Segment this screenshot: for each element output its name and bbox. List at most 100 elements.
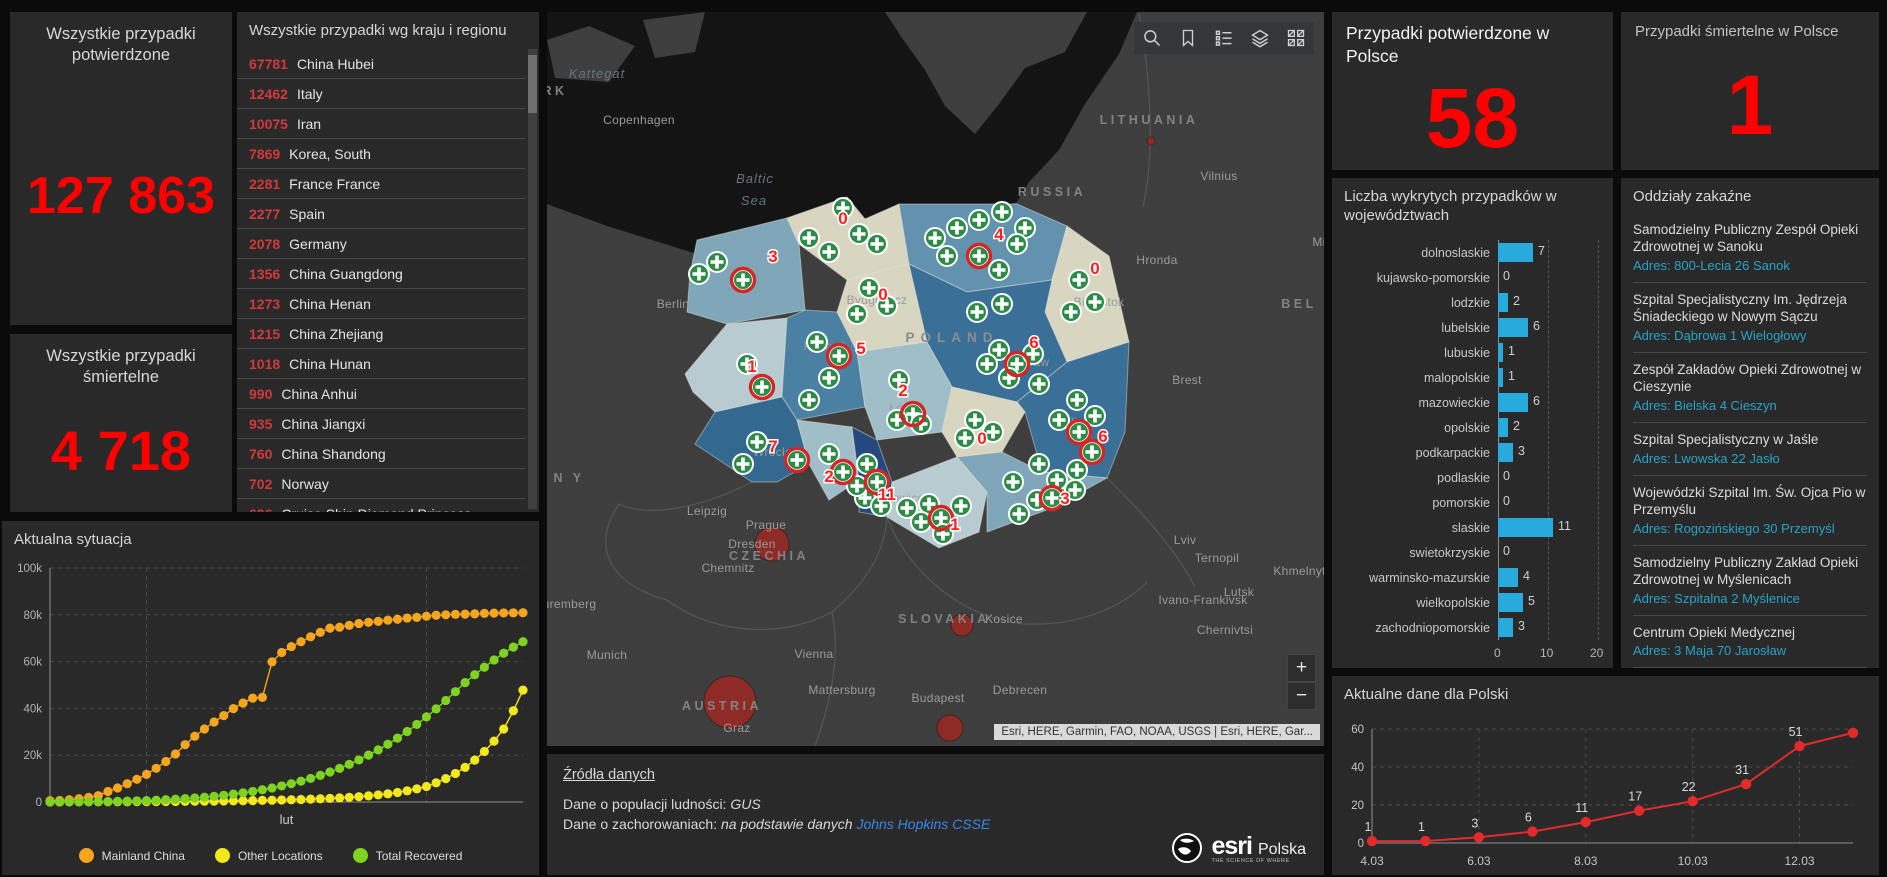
basemap-icon[interactable] [1278, 22, 1314, 54]
hospital-marker-icon[interactable] [1049, 410, 1069, 430]
list-item[interactable]: 67781China Hubei [237, 49, 525, 79]
list-item[interactable]: 1215China Zhejiang [237, 319, 525, 349]
hospital-marker-icon[interactable] [992, 202, 1012, 222]
region-case-badge: 7 [768, 437, 777, 456]
data-point [181, 740, 190, 749]
hospital-item[interactable]: Zespół Zakładów Opieki Zdrowotnej w Cies… [1633, 353, 1867, 423]
hospital-marker-icon[interactable] [1003, 472, 1023, 492]
hospital-item[interactable]: Szpital Specjalistyczny Im. Jędrzeja Śni… [1633, 283, 1867, 353]
hospital-marker-icon[interactable] [1069, 270, 1089, 290]
list-item[interactable]: 2277Spain [237, 199, 525, 229]
hospital-address-link[interactable]: Adres: Szpitalna 2 Myślenice [1633, 591, 1867, 606]
hospital-marker-icon[interactable] [951, 496, 971, 516]
list-item[interactable]: 1273China Henan [237, 289, 525, 319]
hospital-item[interactable]: Szpital Specjalistyczny w JaśleAdres: Lw… [1633, 423, 1867, 476]
list-item[interactable]: 7869Korea, South [237, 139, 525, 169]
hospital-marker-icon[interactable] [925, 228, 945, 248]
bar-row: podkarpackie3 [1342, 440, 1605, 465]
source-note: na podstawie danych [721, 816, 856, 832]
hospital-marker-icon[interactable] [799, 390, 819, 410]
hospital-marker-icon[interactable] [1067, 460, 1087, 480]
zoom-in-button[interactable]: + [1287, 654, 1316, 682]
list-item[interactable]: 1356China Guangdong [237, 259, 525, 289]
data-point [1634, 805, 1644, 815]
hospital-marker-icon[interactable] [819, 368, 839, 388]
bookmark-icon[interactable] [1170, 22, 1206, 54]
legend-icon[interactable] [1206, 22, 1242, 54]
list-item[interactable]: 702Norway [237, 469, 525, 499]
hospital-marker-icon[interactable] [897, 498, 917, 518]
hospital-item[interactable]: Centrum Opieki MedycznejAdres: 3 Maja 70… [1633, 616, 1867, 668]
hospital-marker-icon[interactable] [733, 454, 753, 474]
map-label: Kattegat [569, 66, 626, 81]
hospital-item[interactable]: Samodzielny Publiczny Zakład Opieki Zdro… [1633, 546, 1867, 616]
poland-map[interactable]: KattegatRKCopenhagenBalticSeaLITHUANIAVi… [547, 12, 1324, 746]
list-item[interactable]: 990China Anhui [237, 379, 525, 409]
panel-title: Przypadki śmiertelne w Polsce [1621, 12, 1879, 42]
hospital-address-link[interactable]: Adres: Rogozińskiego 30 Przemyśl [1633, 521, 1867, 536]
country-list: 67781China Hubei12462Italy10075Iran7869K… [237, 49, 525, 512]
hospital-address-link[interactable]: Adres: 800-Lecia 26 Sanok [1633, 258, 1867, 273]
hospital-marker-icon[interactable] [707, 252, 727, 272]
list-item[interactable]: 2078Germany [237, 229, 525, 259]
hospital-item[interactable]: Wojewódzki Szpital Im. Św. Ojca Pio w Pr… [1633, 476, 1867, 546]
hospital-marker-icon[interactable] [1067, 390, 1087, 410]
bar [1498, 568, 1518, 587]
hospital-marker-icon[interactable] [967, 302, 987, 322]
hospital-marker-icon[interactable] [847, 304, 867, 324]
hospital-marker-icon[interactable] [992, 294, 1012, 314]
data-point [296, 637, 305, 646]
hospital-marker-icon[interactable] [1085, 292, 1105, 312]
hospital-address-link[interactable]: Adres: 3 Maja 70 Jarosław [1633, 643, 1867, 658]
data-point [210, 791, 219, 800]
legend-item[interactable]: Mainland China [79, 848, 185, 863]
scrollbar-track[interactable] [528, 49, 537, 509]
hospital-marker-icon[interactable] [1009, 504, 1029, 524]
list-item[interactable]: 696Cruise Ship Diamond Princess [237, 499, 525, 512]
hospital-address-link[interactable]: Adres: Lwowska 22 Jasło [1633, 451, 1867, 466]
hospital-item[interactable]: Samodzielny Publiczny Zespół Opieki Zdro… [1633, 213, 1867, 283]
hospital-marker-icon[interactable] [977, 354, 997, 374]
hospital-address-link[interactable]: Adres: Bielska 4 Cieszyn [1633, 398, 1867, 413]
list-item[interactable]: 935China Jiangxi [237, 409, 525, 439]
list-item[interactable]: 10075Iran [237, 109, 525, 139]
hospital-marker-icon[interactable] [947, 218, 967, 238]
hospital-marker-icon[interactable] [1007, 234, 1027, 254]
hospital-marker-icon[interactable] [799, 228, 819, 248]
hospital-address-link[interactable]: Adres: Dąbrowa 1 Wielogłowy [1633, 328, 1867, 343]
search-icon[interactable] [1134, 22, 1170, 54]
hospital-marker-icon[interactable] [989, 260, 1009, 280]
hospital-marker-icon[interactable] [807, 332, 827, 352]
list-item[interactable]: 760China Shandong [237, 439, 525, 469]
hospital-marker-icon[interactable] [859, 278, 879, 298]
hospital-marker-icon[interactable] [937, 246, 957, 266]
list-item[interactable]: 1018China Hunan [237, 349, 525, 379]
legend-item[interactable]: Other Locations [215, 848, 323, 863]
outbreak-circle[interactable] [1147, 137, 1155, 145]
layers-icon[interactable] [1242, 22, 1278, 54]
zoom-out-button[interactable]: − [1287, 682, 1316, 710]
hospital-marker-icon[interactable] [969, 210, 989, 230]
johns-hopkins-link[interactable]: Johns Hopkins CSSE [856, 816, 990, 832]
hospital-marker-icon[interactable] [1029, 454, 1049, 474]
data-point [460, 609, 469, 618]
hospital-marker-icon[interactable] [819, 242, 839, 262]
legend-item[interactable]: Total Recovered [353, 848, 463, 863]
list-item[interactable]: 2281France France [237, 169, 525, 199]
data-point [412, 613, 421, 622]
region-case-badge: 1 [747, 357, 756, 376]
axis-tick-label: 20k [23, 750, 42, 762]
hospital-marker-icon[interactable] [689, 264, 709, 284]
outbreak-circle[interactable] [937, 715, 963, 741]
scrollbar-thumb[interactable] [528, 55, 537, 113]
hospital-marker-icon[interactable] [955, 428, 975, 448]
hospital-marker-icon[interactable] [1029, 374, 1049, 394]
bar [1498, 593, 1523, 612]
hospital-marker-icon[interactable] [747, 432, 767, 452]
hospital-marker-icon[interactable] [965, 410, 985, 430]
hospital-marker-icon[interactable] [867, 234, 887, 254]
bar-value-label: 1 [1508, 369, 1515, 383]
hospital-marker-icon[interactable] [1061, 302, 1081, 322]
hospital-marker-icon[interactable] [849, 224, 869, 244]
list-item[interactable]: 12462Italy [237, 79, 525, 109]
